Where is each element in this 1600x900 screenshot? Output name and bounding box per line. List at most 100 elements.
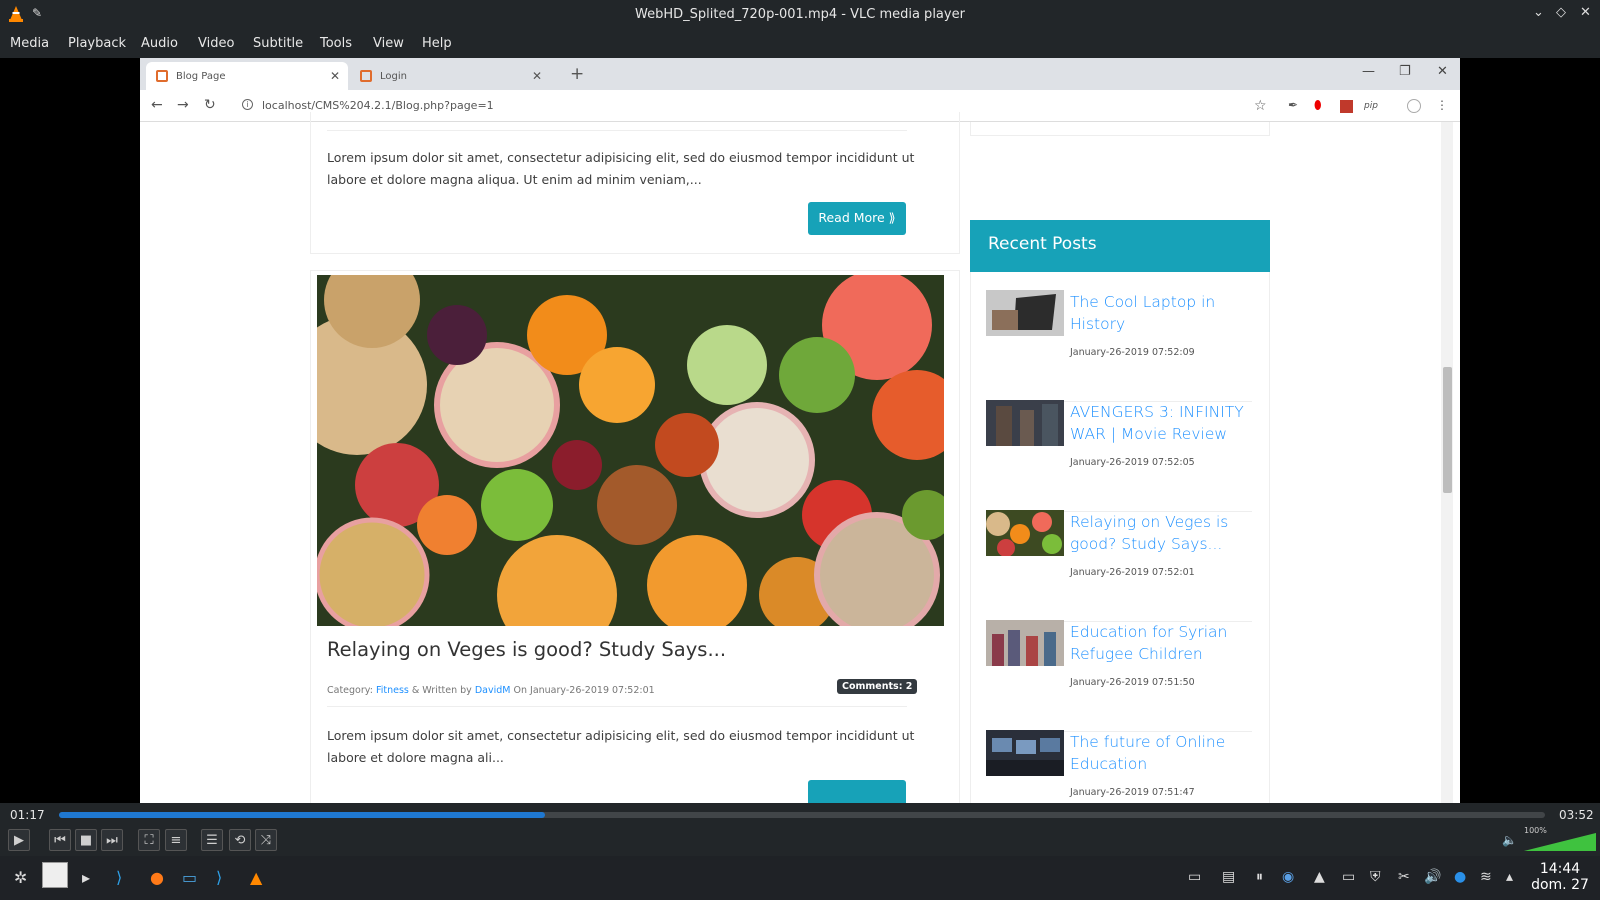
terminal-tray-icon[interactable]: ▭ (1342, 869, 1355, 885)
post-meta: Category: Fitness & Written by DavidM On… (327, 685, 655, 696)
minimize-icon[interactable]: ⌄ (1533, 5, 1544, 20)
qbittorrent-icon[interactable]: ◉ (1282, 869, 1294, 885)
pause-tray-icon[interactable]: ⏸ (1256, 869, 1263, 885)
recent-post-title[interactable]: AVENGERS 3: INFINITY WAR | Movie Review (1070, 402, 1250, 445)
recent-post-item[interactable]: The future of Online Education January-2… (986, 730, 1252, 803)
meta-category-label: Category: (327, 685, 373, 696)
previous-icon[interactable]: ⏮ (49, 829, 71, 851)
eyedropper-icon[interactable]: ✒ (1288, 98, 1298, 112)
clock[interactable]: 14:44 dom. 27 (1530, 861, 1590, 893)
browser-window: Blog Page ✕ Login ✕ + — ❐ ✕ ← → ↻ i loca… (140, 58, 1460, 803)
pip-icon[interactable]: pip (1364, 101, 1378, 111)
next-icon[interactable]: ⏭ (101, 829, 123, 851)
tray-expand-icon[interactable]: ▴ (1506, 869, 1513, 885)
menu-playback[interactable]: Playback (68, 36, 126, 51)
pdf-icon[interactable] (1340, 100, 1353, 113)
close-icon[interactable]: ✕ (1580, 5, 1591, 20)
menu-view[interactable]: View (373, 36, 404, 51)
video-area[interactable]: Blog Page ✕ Login ✕ + — ❐ ✕ ← → ↻ i loca… (0, 58, 1600, 803)
education-thumb (986, 620, 1064, 666)
back-icon[interactable]: ← (151, 97, 163, 113)
menu-media[interactable]: Media (10, 36, 49, 51)
speaker-icon[interactable]: 🔈 (1502, 833, 1517, 847)
recent-post-thumbnail[interactable] (986, 400, 1064, 446)
maximize-icon[interactable]: ◇ (1556, 5, 1566, 20)
reload-icon[interactable]: ↻ (204, 97, 216, 113)
menu-audio[interactable]: Audio (141, 36, 178, 51)
volume-tray-icon[interactable]: 🔊 (1424, 869, 1441, 885)
firefox-icon[interactable]: ● (150, 868, 164, 887)
shuffle-icon[interactable]: ⤨ (255, 829, 277, 851)
page-scrollbar[interactable] (1441, 122, 1453, 803)
recent-post-item[interactable]: Relaying on Veges is good? Study Says...… (986, 510, 1252, 622)
terminal-icon[interactable]: ▸ (82, 868, 90, 887)
author-link[interactable]: DavidM (475, 685, 511, 696)
stop-icon[interactable]: ■ (75, 829, 97, 851)
shield-icon[interactable]: ⛨ (1370, 869, 1381, 885)
tab-label: Blog Page (176, 71, 226, 82)
tab-login[interactable]: Login ✕ (350, 62, 550, 90)
close-tab-icon[interactable]: ✕ (330, 69, 340, 83)
loop-icon[interactable]: ⟲ (229, 829, 251, 851)
scissors-icon[interactable]: ✂ (1398, 869, 1410, 885)
browser-restore-icon[interactable]: ❐ (1399, 64, 1411, 79)
equalizer-icon[interactable]: ≡ (165, 829, 187, 851)
clipboard-icon[interactable]: ▤ (1222, 869, 1235, 885)
login-favicon-icon (360, 70, 372, 82)
vlc-tray-icon[interactable]: ▲ (1314, 869, 1325, 885)
playlist-icon[interactable]: ☰ (201, 829, 223, 851)
recent-post-title[interactable]: The Cool Laptop in History (1070, 292, 1250, 335)
recent-post-thumbnail[interactable] (986, 620, 1064, 666)
comments-badge: Comments: 2 (837, 679, 918, 694)
recent-post-title[interactable]: Education for Syrian Refugee Children (1070, 622, 1250, 665)
info-icon[interactable]: i (242, 99, 253, 110)
play-icon[interactable]: ▶ (8, 829, 30, 851)
menu-kebab-icon[interactable]: ⋮ (1436, 98, 1448, 112)
menu-video[interactable]: Video (198, 36, 234, 51)
recent-post-item[interactable]: The Cool Laptop in History January-26-20… (986, 290, 1252, 402)
browser-minimize-icon[interactable]: — (1362, 64, 1375, 79)
bookmark-star-icon[interactable]: ☆ (1254, 98, 1267, 114)
vscode-icon-2[interactable]: ⟩ (216, 868, 222, 887)
online-education-thumb (986, 730, 1064, 776)
recent-post-thumbnail[interactable] (986, 290, 1064, 336)
seek-bar[interactable] (59, 812, 1545, 818)
post-title[interactable]: Relaying on Veges is good? Study Says... (327, 638, 726, 661)
recent-post-thumbnail[interactable] (986, 730, 1064, 776)
menu-subtitle[interactable]: Subtitle (253, 36, 303, 51)
vlc-taskbar-icon[interactable]: ▲ (250, 868, 262, 887)
recent-post-title[interactable]: The future of Online Education (1070, 732, 1250, 775)
new-tab-icon[interactable]: + (570, 64, 584, 84)
volume-slider[interactable]: 100% (1524, 826, 1596, 853)
scrollbar-thumb[interactable] (1443, 367, 1452, 493)
profile-icon[interactable] (1407, 99, 1421, 113)
recent-post-thumbnail[interactable] (986, 510, 1064, 556)
address-bar[interactable]: localhost/CMS%204.2.1/Blog.php?page=1 (262, 99, 494, 112)
post-image-vegetables[interactable] (317, 275, 944, 626)
bluetooth-icon[interactable]: ● (1454, 869, 1466, 885)
menu-tools[interactable]: Tools (320, 36, 352, 51)
vscode-icon[interactable]: ⟩ (116, 868, 122, 887)
opera-icon[interactable]: ⬮ (1314, 98, 1322, 113)
close-tab-icon[interactable]: ✕ (532, 69, 542, 83)
menu-help[interactable]: Help (422, 36, 452, 51)
app-launcher-icon[interactable]: ✲ (14, 868, 27, 887)
recent-post-date: January-26-2019 07:52:01 (1070, 567, 1195, 578)
recent-post-item[interactable]: Education for Syrian Refugee Children Ja… (986, 620, 1252, 732)
recent-post-date: January-26-2019 07:51:50 (1070, 677, 1195, 688)
category-link[interactable]: Fitness (376, 685, 409, 696)
recent-post-date: January-26-2019 07:52:05 (1070, 457, 1195, 468)
browser-close-icon[interactable]: ✕ (1437, 64, 1448, 79)
desktop-preview-icon[interactable] (42, 862, 68, 888)
recent-post-title[interactable]: Relaying on Veges is good? Study Says... (1070, 512, 1250, 555)
fullscreen-icon[interactable]: ⛶ (138, 829, 160, 851)
forward-icon[interactable]: → (177, 97, 189, 113)
wifi-icon[interactable]: ≋ (1480, 869, 1492, 885)
screen-icon[interactable]: ▭ (1188, 869, 1201, 885)
recent-post-item[interactable]: AVENGERS 3: INFINITY WAR | Movie Review … (986, 400, 1252, 512)
tab-blog-page[interactable]: Blog Page ✕ (146, 62, 348, 90)
total-time: 03:52 (1559, 808, 1594, 822)
read-more-button-partial[interactable] (808, 780, 906, 803)
file-manager-icon[interactable]: ▭ (182, 868, 197, 887)
read-more-button[interactable]: Read More ⟫ (808, 202, 906, 235)
